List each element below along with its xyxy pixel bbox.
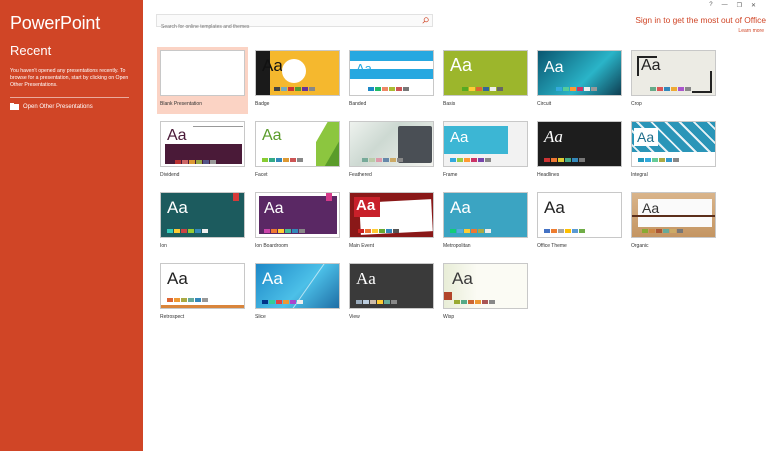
- template-label: Main Event: [349, 243, 375, 249]
- template-feathered[interactable]: Feathered: [349, 121, 434, 181]
- template-integral[interactable]: Aa Integral: [631, 121, 716, 181]
- template-label: Organic: [631, 243, 649, 249]
- template-thumbnail: Aa: [255, 263, 340, 309]
- template-organic[interactable]: Aa Organic: [631, 192, 716, 252]
- template-thumbnail: Aa: [349, 192, 434, 238]
- template-thumbnail: [349, 121, 434, 167]
- template-thumbnail: Aa: [160, 192, 245, 238]
- recent-heading: Recent: [10, 43, 52, 58]
- template-thumbnail: Aa: [255, 192, 340, 238]
- template-label: Feathered: [349, 172, 372, 178]
- template-ion[interactable]: Aa Ion: [160, 192, 245, 252]
- template-label: Circuit: [537, 101, 552, 107]
- search-box: [156, 14, 433, 33]
- template-label: Ion Boardroom: [255, 243, 289, 249]
- sidebar: PowerPoint Recent You haven't opened any…: [0, 0, 143, 451]
- close-button[interactable]: ✕: [751, 2, 756, 9]
- template-label: Crop: [631, 101, 642, 107]
- template-thumbnail: Aa: [631, 192, 716, 238]
- template-office-theme[interactable]: Aa Office Theme: [537, 192, 622, 252]
- template-wisp[interactable]: Aa Wisp: [443, 263, 528, 323]
- template-dividend[interactable]: Aa Dividend: [160, 121, 245, 181]
- open-other-presentations-button[interactable]: Open Other Presentations: [10, 103, 93, 110]
- template-thumbnail: Aa: [443, 263, 528, 309]
- sidebar-divider: [10, 97, 129, 98]
- template-thumbnail: Aa: [255, 50, 340, 96]
- template-label: Slice: [255, 314, 266, 320]
- template-metropolitan[interactable]: Aa Metropolitan: [443, 192, 528, 252]
- recent-message: You haven't opened any presentations rec…: [10, 68, 129, 88]
- template-label: Banded: [349, 101, 367, 107]
- template-label: Basis: [443, 101, 456, 107]
- template-headlines[interactable]: Aa Headlines: [537, 121, 622, 181]
- restore-button[interactable]: ❐: [737, 2, 742, 9]
- template-thumbnail: Aa: [349, 263, 434, 309]
- template-thumbnail: Aa: [255, 121, 340, 167]
- template-facet[interactable]: Aa Facet: [255, 121, 340, 181]
- template-label: Metropolitan: [443, 243, 471, 249]
- search-input[interactable]: [157, 21, 407, 33]
- learn-more-link[interactable]: Learn more: [738, 28, 764, 34]
- minimize-button[interactable]: —: [722, 2, 728, 9]
- main-area: ? — ❐ ✕ Sign in to get the most out of O…: [143, 0, 770, 451]
- template-thumbnail: Aa: [443, 192, 528, 238]
- template-label: Frame: [443, 172, 458, 178]
- template-blank-presentation[interactable]: Blank Presentation: [157, 47, 248, 114]
- template-crop[interactable]: Aa Crop: [631, 50, 716, 110]
- template-frame[interactable]: Aa Frame: [443, 121, 528, 181]
- template-thumbnail: Aa: [537, 192, 622, 238]
- template-basis[interactable]: Aa Basis: [443, 50, 528, 110]
- template-thumbnail: Aa: [537, 50, 622, 96]
- template-thumbnail: Aa: [443, 50, 528, 96]
- template-main-event[interactable]: Aa Main Event: [349, 192, 434, 252]
- powerpoint-start-screen: PowerPoint Recent You haven't opened any…: [0, 0, 770, 451]
- window-controls: ? — ❐ ✕: [709, 2, 756, 9]
- template-badge[interactable]: Aa Badge: [255, 50, 340, 110]
- template-thumbnail: Aa: [349, 50, 434, 96]
- template-label: Headlines: [537, 172, 560, 178]
- folder-icon: [10, 103, 19, 110]
- template-label: View: [349, 314, 360, 320]
- template-label: Wisp: [443, 314, 455, 320]
- template-slice[interactable]: Aa Slice: [255, 263, 340, 323]
- help-button[interactable]: ?: [709, 2, 712, 9]
- template-label: Integral: [631, 172, 648, 178]
- template-thumbnail: Aa: [537, 121, 622, 167]
- signin-link[interactable]: Sign in to get the most out of Office: [635, 15, 766, 25]
- template-label: Dividend: [160, 172, 180, 178]
- template-circuit[interactable]: Aa Circuit: [537, 50, 622, 110]
- template-label: Ion: [160, 243, 167, 249]
- template-thumbnail: Aa: [160, 121, 245, 167]
- template-label: Blank Presentation: [160, 101, 202, 107]
- template-label: Badge: [255, 101, 270, 107]
- template-view[interactable]: Aa View: [349, 263, 434, 323]
- template-thumbnail: Aa: [160, 263, 245, 309]
- template-label: Office Theme: [537, 243, 567, 249]
- template-ion-boardroom[interactable]: Aa Ion Boardroom: [255, 192, 340, 252]
- template-thumbnail: Aa: [631, 121, 716, 167]
- search-icon[interactable]: [422, 17, 429, 24]
- template-label: Retrospect: [160, 314, 185, 320]
- template-banded[interactable]: Aa Banded: [349, 50, 434, 110]
- open-other-label: Open Other Presentations: [23, 103, 93, 110]
- template-thumbnail: [160, 50, 245, 96]
- template-retrospect[interactable]: Aa Retrospect: [160, 263, 245, 323]
- template-thumbnail: Aa: [631, 50, 716, 96]
- app-brand: PowerPoint: [10, 13, 101, 33]
- template-label: Facet: [255, 172, 268, 178]
- template-thumbnail: Aa: [443, 121, 528, 167]
